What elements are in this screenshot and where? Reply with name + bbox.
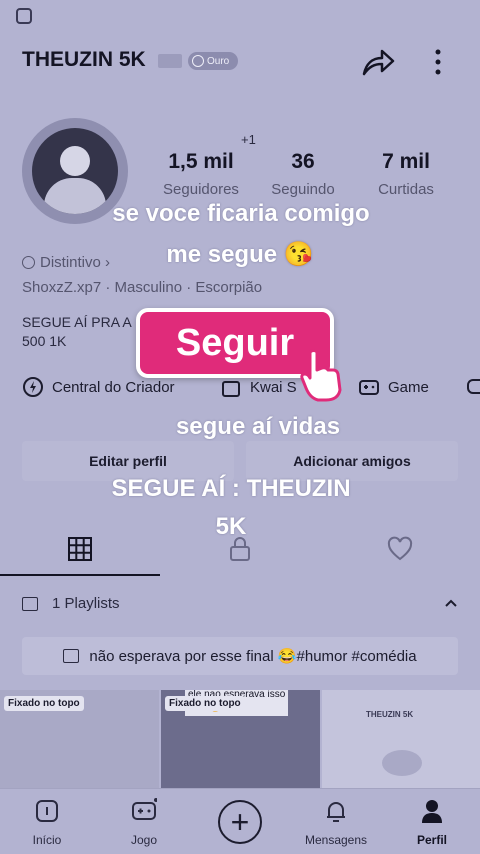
followers-label: Seguidores <box>163 181 239 198</box>
nav-messages[interactable]: Mensagens <box>301 798 371 847</box>
status-bar-app-icon <box>16 8 32 24</box>
video-thumbnail[interactable]: THEUZIN 5K <box>322 690 480 788</box>
playlist-item-icon <box>63 649 80 663</box>
distintivo-label: Distintivo <box>40 254 101 271</box>
overlay-caption: me segue 😘 <box>166 241 314 268</box>
gamepad-icon <box>132 798 158 820</box>
gamepad-icon <box>359 380 379 395</box>
create-button[interactable]: + <box>218 800 262 844</box>
profile-meta: ShoxzZ.xp7 · Masculino · Escorpião <box>22 279 263 296</box>
playlist-item-title: não esperava por esse final 😂#humor #com… <box>89 648 417 665</box>
overlay-caption: se voce ficaria comigo <box>112 200 370 227</box>
followers-count: 1,5 mil <box>168 150 234 173</box>
level-badge[interactable]: Ouro <box>188 52 238 70</box>
profile-bio-second-line: 500 1K <box>22 333 67 349</box>
playlist-item[interactable]: não esperava por esse final 😂#humor #com… <box>22 637 458 675</box>
profile-username: THEUZIN 5K <box>22 48 146 71</box>
followers-increment: +1 <box>241 132 256 147</box>
nav-messages-label: Mensagens <box>304 833 368 847</box>
following-label: Seguindo <box>271 181 335 198</box>
likes-count: 7 mil <box>382 150 430 173</box>
playlists-header[interactable]: 1 Playlists <box>22 595 120 612</box>
nav-game[interactable]: Jogo <box>109 798 179 847</box>
video-thumbnail[interactable]: ele nao esperava isso final 😂 Fixado no … <box>161 690 320 788</box>
badge-icon <box>192 55 204 67</box>
following-count: 36 <box>291 150 315 173</box>
crown-icon <box>158 54 182 68</box>
playlists-count: 1 Playlists <box>52 595 120 612</box>
active-tab-indicator <box>0 574 160 576</box>
lightning-icon <box>23 377 43 397</box>
nav-home-label: Início <box>32 833 62 847</box>
nav-profile[interactable]: Perfil <box>397 798 467 847</box>
person-icon <box>422 800 442 823</box>
more-shortcut[interactable] <box>466 374 480 400</box>
likes-label: Curtidas <box>378 181 434 198</box>
overlay-caption-line: SEGUE AÍ : THEUZIN <box>111 475 351 502</box>
chat-bubble-icon <box>467 379 480 394</box>
creator-center-label: Central do Criador <box>52 378 175 396</box>
distintivo-icon <box>22 256 35 269</box>
badge-label: Ouro <box>207 55 230 67</box>
overlay-caption: segue aí vidas <box>175 413 341 440</box>
pinned-tag: Fixado no topo <box>165 696 245 711</box>
bell-icon <box>327 802 345 822</box>
chevron-right-icon: › <box>100 254 111 271</box>
playlist-icon <box>22 596 38 611</box>
overlay-caption-line: 5K <box>215 513 247 540</box>
home-icon <box>36 800 58 822</box>
pointing-hand-icon <box>300 349 342 402</box>
overlay-caption: SEGUE AÍ : THEUZIN 5K <box>0 470 462 546</box>
game-label: Game <box>388 378 429 396</box>
pinned-tag: Fixado no topo <box>4 696 84 711</box>
distintivo-link[interactable]: Distintivo › <box>22 254 110 271</box>
game-shortcut[interactable]: Game <box>358 374 429 400</box>
following-stat[interactable]: 36 Seguindo <box>248 150 358 198</box>
nav-game-label: Jogo <box>130 833 158 847</box>
nav-home[interactable]: Início <box>12 798 82 847</box>
chevron-up-icon[interactable] <box>444 598 458 608</box>
followers-stat[interactable]: 1,5 mil Seguidores <box>146 150 256 198</box>
plus-icon: + <box>230 804 250 840</box>
video-thumbnail[interactable]: Fixado no topo <box>0 690 159 788</box>
nav-profile-label: Perfil <box>416 833 447 847</box>
thumbnail-caption: THEUZIN 5K <box>366 710 414 719</box>
share-icon[interactable] <box>360 46 396 78</box>
more-options-icon[interactable] <box>428 46 448 78</box>
shopping-bag-icon <box>222 381 240 397</box>
thumbnail-graphic <box>382 750 422 776</box>
likes-stat[interactable]: 7 mil Curtidas <box>351 150 461 198</box>
profile-bio: SEGUE AÍ PRA A <box>22 314 132 330</box>
kwai-shop-label: Kwai S <box>250 378 297 396</box>
